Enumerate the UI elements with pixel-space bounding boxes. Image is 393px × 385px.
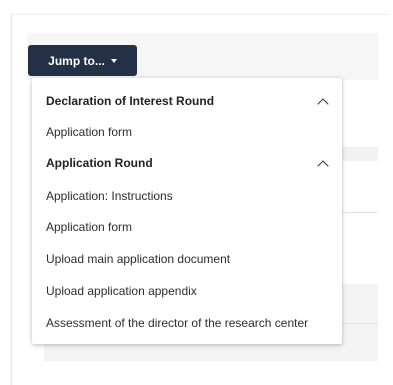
menu-item-doi-application-form[interactable]: Application form	[46, 121, 330, 143]
menu-item-upload-appendix[interactable]: Upload application appendix	[46, 280, 330, 302]
menu-section-header-declaration[interactable]: Declaration of Interest Round	[46, 90, 330, 112]
background-table-header	[342, 147, 378, 161]
menu-item-label: Upload application appendix	[46, 284, 197, 298]
chevron-up-icon[interactable]	[317, 159, 329, 172]
menu-item-label: Assessment of the director of the resear…	[46, 316, 309, 330]
menu-item-label: Upload main application document	[46, 252, 231, 266]
jump-to-dropdown-menu: Declaration of Interest Round Applicatio…	[32, 78, 342, 344]
background-divider-lower	[342, 323, 378, 324]
menu-item-director-assessment[interactable]: Assessment of the director of the resear…	[46, 312, 330, 334]
menu-section-title: Application Round	[46, 156, 153, 170]
menu-item-application-instructions[interactable]: Application: Instructions	[46, 185, 330, 207]
menu-item-application-form[interactable]: Application form	[46, 216, 330, 238]
background-divider	[342, 212, 378, 213]
menu-section-title: Declaration of Interest Round	[46, 94, 215, 108]
menu-item-label: Application: Instructions	[46, 189, 173, 203]
menu-item-upload-main-document[interactable]: Upload main application document	[46, 248, 330, 270]
chevron-up-icon[interactable]	[317, 97, 329, 110]
page-canvas: Jump to... Declaration of Interest Round…	[0, 0, 393, 385]
menu-item-label: Application form	[46, 125, 133, 139]
jump-to-button[interactable]: Jump to...	[28, 45, 137, 76]
jump-to-label: Jump to...	[48, 53, 105, 68]
menu-item-label: Application form	[46, 220, 133, 234]
menu-section-header-application-round[interactable]: Application Round	[46, 152, 330, 174]
caret-down-icon	[110, 59, 117, 63]
background-block-lower	[44, 343, 378, 361]
